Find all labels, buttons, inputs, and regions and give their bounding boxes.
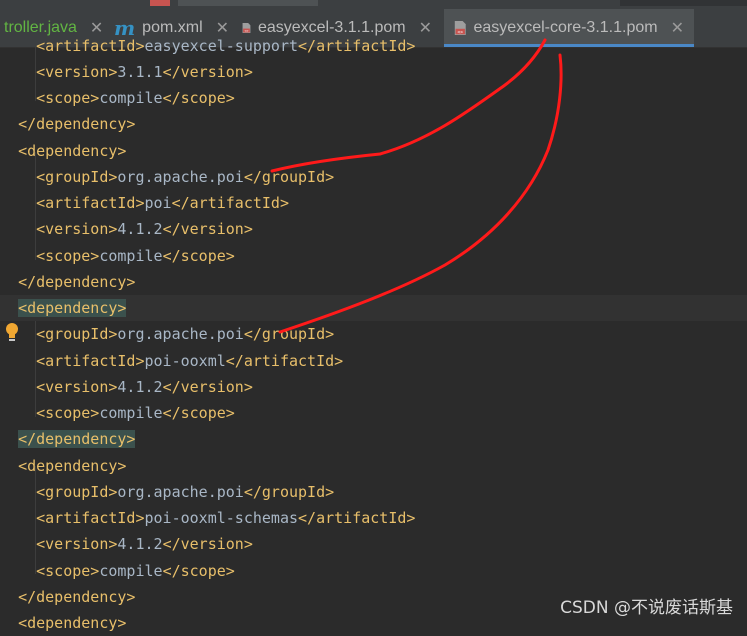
watermark: CSDN @不说废话斯基 — [560, 598, 733, 618]
code-line: <groupId>org.apache.poi</groupId> — [36, 168, 335, 186]
code-line: <version>4.1.2</version> — [36, 220, 253, 238]
code-line: </dependency> — [18, 430, 136, 448]
code-line: <version>3.1.1</version> — [36, 63, 253, 81]
code-line-current: <dependency> — [0, 295, 747, 321]
code-line: <scope>compile</scope> — [36, 247, 235, 265]
code-editor[interactable]: <artifactId>easyexcel-support</artifactI… — [0, 37, 747, 632]
code-line: <version>4.1.2</version> — [36, 378, 253, 396]
code-line: <groupId>org.apache.poi</groupId> — [36, 325, 335, 343]
code-line: <scope>compile</scope> — [36, 89, 235, 107]
code-line: <scope>compile</scope> — [36, 562, 235, 580]
code-line: <artifactId>poi-ooxml-schemas</artifactI… — [36, 509, 416, 527]
code-line: <dependency> — [18, 457, 127, 475]
code-line: <groupId>org.apache.poi</groupId> — [36, 483, 335, 501]
code-line: <dependency> — [18, 142, 127, 160]
code-line: <artifactId>poi</artifactId> — [36, 194, 289, 212]
lightbulb-icon[interactable] — [4, 322, 20, 342]
code-line: <artifactId>poi-ooxml</artifactId> — [36, 352, 344, 370]
code-line: </dependency> — [18, 115, 136, 133]
code-line: <artifactId>easyexcel-support</artifactI… — [36, 37, 416, 55]
code-line: <scope>compile</scope> — [36, 404, 235, 422]
top-toolbar-strip — [0, 0, 747, 9]
code-line: </dependency> — [18, 273, 136, 291]
code-line: <version>4.1.2</version> — [36, 535, 253, 553]
